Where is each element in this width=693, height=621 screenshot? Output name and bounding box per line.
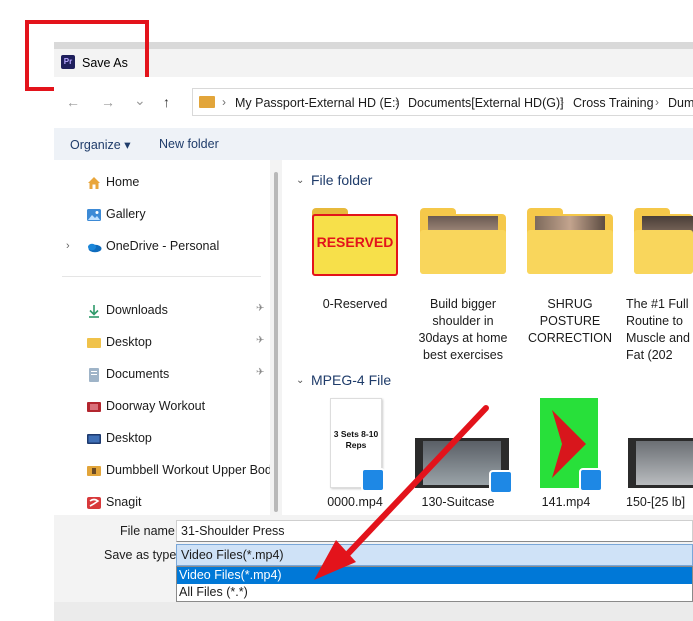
annotation-red-arrow bbox=[314, 405, 489, 580]
